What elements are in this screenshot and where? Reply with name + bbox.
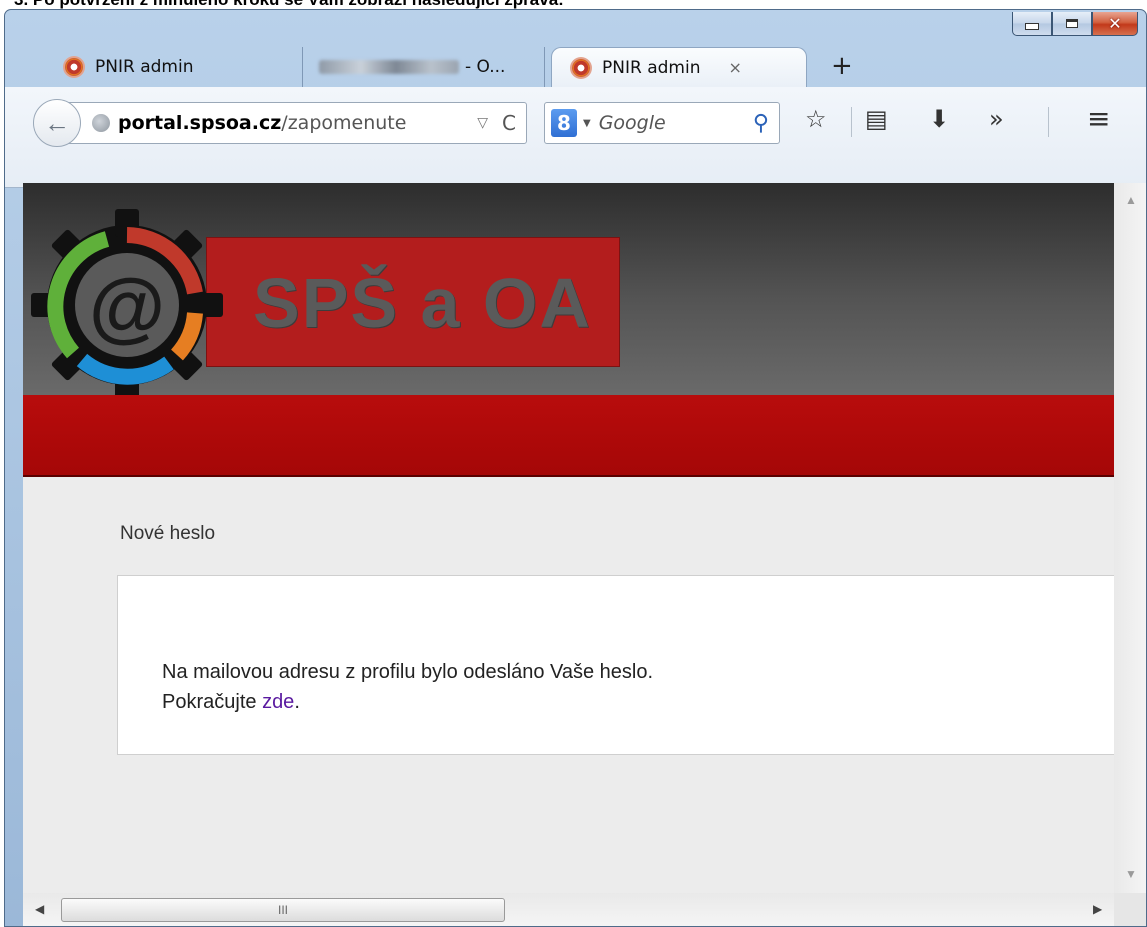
url-history-dropdown-icon[interactable]: ▽ [477, 115, 488, 131]
gear-emblem-icon: @ [31, 209, 223, 401]
site-logo-text: SPŠ a OA [253, 264, 592, 342]
continue-suffix: . [294, 691, 300, 713]
globe-icon [92, 114, 110, 132]
tab-strip: PNIR admin - O... PNIR admin × + [5, 43, 1146, 87]
back-arrow-icon: ← [44, 107, 70, 138]
toolbar-separator [1048, 107, 1049, 137]
toolbar-separator [851, 107, 852, 137]
vertical-scrollbar[interactable]: ▲ ▼ [1114, 183, 1146, 893]
url-path: /zapomenute [281, 112, 407, 134]
continue-prefix: Pokračujte [162, 691, 263, 713]
back-button[interactable]: ← [33, 99, 81, 147]
close-window-button[interactable]: ✕ [1092, 12, 1138, 36]
scroll-left-arrow-icon[interactable]: ◀ [35, 902, 44, 916]
scroll-right-arrow-icon[interactable]: ▶ [1093, 902, 1102, 916]
tab-pnir-admin-1[interactable]: PNIR admin [45, 47, 303, 87]
new-tab-button[interactable]: + [831, 51, 853, 81]
overflow-chevron-icon[interactable]: » [989, 105, 1004, 133]
search-bar[interactable]: 8 ▼ Google ⚲ [544, 102, 780, 144]
page-title: Nové heslo [120, 523, 216, 544]
search-placeholder: Google [598, 112, 666, 134]
redacted-tab-title [319, 60, 459, 74]
tab-title: - O... [465, 57, 506, 77]
minimize-icon [1025, 23, 1039, 30]
tab-pnir-admin-active[interactable]: PNIR admin × [551, 47, 807, 87]
search-icon[interactable]: ⚲ [753, 111, 769, 136]
scrollbar-corner [1114, 893, 1146, 926]
close-tab-icon[interactable]: × [728, 58, 741, 77]
maximize-button[interactable] [1052, 12, 1092, 36]
tab-title: PNIR admin [602, 57, 701, 78]
pnir-favicon-icon [65, 58, 83, 76]
thumb-grip-icon: III [277, 903, 288, 917]
message-line: Na mailovou adresu z profilu bylo odeslá… [162, 661, 654, 683]
url-host: portal.spsoa.cz [118, 112, 282, 134]
tab-blurred-title[interactable]: - O... [303, 47, 545, 87]
horizontal-scroll-thumb[interactable]: III [61, 898, 505, 922]
page-viewport: SPŠ a OA @ Nové heslo Na mailovou adresu… [23, 183, 1114, 893]
tab-title: PNIR admin [95, 57, 194, 77]
bookmarks-list-icon[interactable]: ▤ [865, 105, 888, 133]
bookmark-star-icon[interactable]: ☆ [805, 105, 827, 133]
browser-window: ✕ PNIR admin - O... PNIR admin × + ← por… [4, 9, 1147, 927]
message-panel: Na mailovou adresu z profilu bylo odeslá… [117, 575, 1114, 755]
close-icon: ✕ [1108, 14, 1122, 33]
site-nav-band [23, 395, 1114, 477]
scroll-down-arrow-icon[interactable]: ▼ [1125, 867, 1137, 881]
scroll-up-arrow-icon[interactable]: ▲ [1125, 193, 1137, 207]
reload-icon[interactable]: C [502, 111, 516, 135]
maximize-icon [1066, 19, 1078, 28]
url-bar[interactable]: portal.spsoa.cz/zapomenute ▽ C [65, 102, 527, 144]
navigation-toolbar: ← portal.spsoa.cz/zapomenute ▽ C 8 ▼ Goo… [5, 87, 1146, 188]
menu-icon[interactable]: ≡ [1087, 102, 1110, 135]
continue-link[interactable]: zde [262, 691, 294, 713]
horizontal-scrollbar[interactable]: ◀ III ▶ [23, 893, 1114, 926]
pnir-favicon-icon [572, 58, 590, 77]
message-continue-line: Pokračujte zde. [162, 691, 300, 714]
google-engine-icon[interactable]: 8 [551, 109, 577, 137]
engine-dropdown-icon[interactable]: ▼ [583, 118, 591, 129]
emblem-at-symbol: @ [89, 262, 165, 350]
minimize-button[interactable] [1012, 12, 1052, 36]
download-icon[interactable]: ⬇ [929, 105, 949, 133]
site-header: SPŠ a OA @ [23, 183, 1114, 401]
window-controls: ✕ [1012, 12, 1138, 36]
